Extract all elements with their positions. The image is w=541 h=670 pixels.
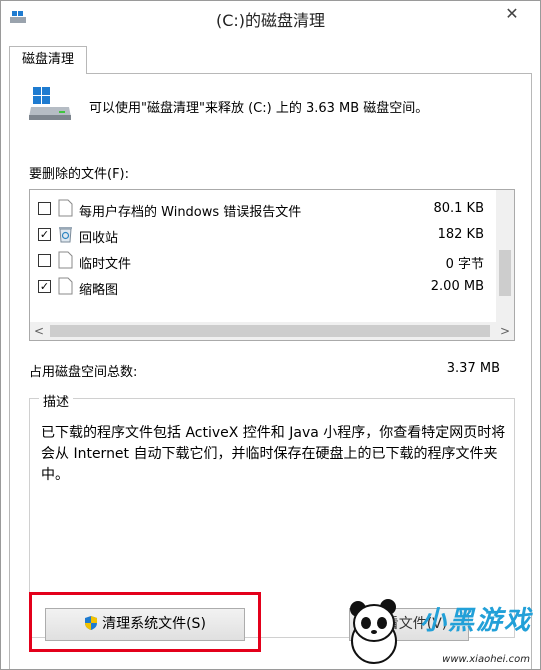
list-item[interactable]: 每用户存档的 Windows 错误报告文件 80.1 KB — [30, 196, 496, 222]
total-space-value: 3.37 MB — [446, 361, 500, 376]
drive-icon — [29, 87, 71, 120]
list-item[interactable]: ✓ 回收站 182 KB — [30, 222, 496, 248]
panda-logo-icon — [350, 599, 397, 664]
horizontal-scrollbar[interactable]: < > — [30, 322, 514, 340]
description-legend: 描述 — [39, 391, 74, 410]
file-size: 2.00 MB — [430, 279, 484, 294]
close-button[interactable]: ✕ — [492, 3, 532, 27]
description-text: 已下载的程序文件包括 ActiveX 控件和 Java 小程序，你查看特定网页时… — [41, 425, 506, 483]
total-space-label: 占用磁盘空间总数: — [29, 365, 138, 380]
title-bar: (C:)的磁盘清理 ✕ — [1, 1, 540, 35]
list-item[interactable]: 临时文件 0 字节 — [30, 248, 496, 274]
tab-disk-cleanup[interactable]: 磁盘清理 — [9, 46, 87, 74]
watermark-url: www.xiaohei.com — [442, 654, 530, 665]
file-size: 182 KB — [437, 227, 484, 242]
clean-system-files-button[interactable]: 清理系统文件(S) — [45, 608, 245, 641]
vertical-scroll-thumb[interactable] — [499, 250, 511, 296]
intro-text: 可以使用"磁盘清理"来释放 (C:) 上的 3.63 MB 磁盘空间。 — [89, 101, 429, 116]
file-size: 0 字节 — [445, 257, 484, 272]
watermark-brand: 小黑游戏 — [419, 606, 532, 636]
horizontal-scroll-thumb[interactable] — [50, 325, 490, 337]
files-to-delete-label: 要删除的文件(F): — [29, 167, 130, 182]
window-title: (C:)的磁盘清理 — [215, 11, 326, 30]
recycle-bin-icon — [59, 227, 72, 243]
file-name: 临时文件 — [79, 257, 132, 272]
file-icon — [58, 277, 73, 295]
close-icon: ✕ — [505, 4, 519, 23]
checkbox[interactable] — [38, 202, 51, 215]
file-name: 缩略图 — [79, 283, 119, 298]
site-watermark: 小黑游戏 www.xiaohei.com — [340, 589, 540, 669]
clean-system-files-label: 清理系统文件(S) — [102, 616, 206, 632]
file-icon — [58, 251, 73, 269]
checkbox[interactable]: ✓ — [38, 280, 51, 293]
checkbox[interactable] — [38, 254, 51, 267]
list-item[interactable]: ✓ 缩略图 2.00 MB — [30, 274, 496, 300]
file-name: 每用户存档的 Windows 错误报告文件 — [79, 205, 302, 220]
uac-shield-icon — [85, 616, 98, 630]
files-listbox[interactable]: 每用户存档的 Windows 错误报告文件 80.1 KB ✓ 回收站 182 … — [29, 189, 515, 341]
file-size: 80.1 KB — [433, 201, 484, 216]
scroll-left-arrow-icon[interactable]: < — [30, 322, 48, 340]
vertical-scrollbar[interactable] — [496, 190, 514, 322]
file-icon — [58, 199, 73, 217]
scroll-right-arrow-icon[interactable]: > — [496, 322, 514, 340]
checkbox[interactable]: ✓ — [38, 228, 51, 241]
disk-cleanup-window: (C:)的磁盘清理 ✕ 磁盘清理 可以使用"磁盘清理"来释放 (C:) 上的 3… — [0, 0, 541, 670]
file-name: 回收站 — [79, 231, 119, 246]
